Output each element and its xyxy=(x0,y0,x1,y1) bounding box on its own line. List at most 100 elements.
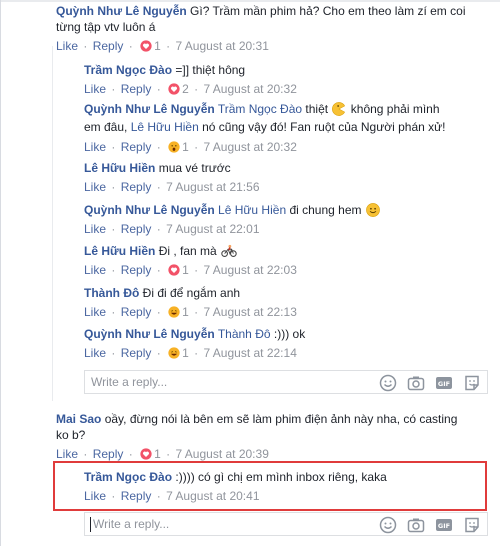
love-reaction-icon[interactable] xyxy=(168,264,180,276)
comment-actions: Like · Reply · 7 August at 20:41 xyxy=(1,488,500,504)
like-button[interactable]: Like xyxy=(56,447,78,461)
sticker-icon[interactable] xyxy=(463,516,481,534)
reaction-count[interactable]: 1 xyxy=(182,263,189,277)
camera-icon[interactable] xyxy=(407,516,425,534)
separator: · xyxy=(194,346,199,360)
smiley-icon[interactable] xyxy=(379,374,397,392)
love-reaction-icon[interactable] xyxy=(168,83,180,95)
like-button[interactable]: Like xyxy=(84,140,106,154)
like-button[interactable]: Like xyxy=(56,39,78,53)
reply-button[interactable]: Reply xyxy=(121,263,152,277)
smiley-icon[interactable] xyxy=(379,516,397,534)
gif-icon[interactable] xyxy=(435,516,453,534)
gif-icon[interactable] xyxy=(435,374,453,392)
comment-author[interactable]: Trầm Ngọc Đào xyxy=(84,470,172,484)
reaction-count[interactable]: 1 xyxy=(154,447,161,461)
separator: · xyxy=(83,39,88,53)
comment-author[interactable]: Lê Hữu Hiền xyxy=(84,244,155,258)
reply-button[interactable]: Reply xyxy=(121,82,152,96)
separator: · xyxy=(111,140,116,154)
tagged-user[interactable]: Lê Hữu Hiền xyxy=(131,120,199,134)
comment-author[interactable]: Mai Sao xyxy=(56,412,101,426)
timestamp[interactable]: 7 August at 20:32 xyxy=(203,140,296,154)
like-button[interactable]: Like xyxy=(84,346,106,360)
comment-text: =]] thiệt hông xyxy=(172,63,246,77)
comment-actions: Like · Reply · 1 · 7 August at 22:03 xyxy=(1,262,500,278)
love-reaction-icon[interactable] xyxy=(140,40,152,52)
comment-author[interactable]: Quỳnh Như Lê Nguyễn xyxy=(84,327,215,341)
comment-text: Đi , fan mà xyxy=(155,244,221,258)
timestamp[interactable]: 7 August at 20:39 xyxy=(175,447,268,461)
timestamp[interactable]: 7 August at 22:03 xyxy=(203,263,296,277)
like-button[interactable]: Like xyxy=(84,305,106,319)
reaction-count[interactable]: 1 xyxy=(182,346,189,360)
reply-button[interactable]: Reply xyxy=(121,489,152,503)
comment-text-cont: từng tập vtv luôn á xyxy=(56,20,156,34)
comment-author[interactable]: Quỳnh Như Lê Nguyễn xyxy=(84,102,215,116)
reply-input[interactable]: Write a reply... xyxy=(84,370,488,394)
camera-icon[interactable] xyxy=(407,374,425,392)
comment-author[interactable]: Lê Hữu Hiền xyxy=(84,161,155,175)
comment-actions: Like · Reply · 1 · 7 August at 20:31 xyxy=(1,38,500,54)
timestamp[interactable]: 7 August at 22:01 xyxy=(166,222,259,236)
separator: · xyxy=(111,263,116,277)
reply-button[interactable]: Reply xyxy=(121,140,152,154)
comment-actions: Like · Reply · 7 August at 21:56 xyxy=(1,179,500,195)
separator: · xyxy=(111,305,116,319)
tagged-user[interactable]: Lê Hữu Hiền xyxy=(218,203,286,217)
comment-8: Mai Sao oầy, đừng nói là bên em sẽ làm p… xyxy=(1,411,500,462)
timestamp[interactable]: 7 August at 20:31 xyxy=(175,39,268,53)
reaction-count[interactable]: 1 xyxy=(182,140,189,154)
like-button[interactable]: Like xyxy=(84,82,106,96)
like-button[interactable]: Like xyxy=(84,180,106,194)
reaction-count[interactable]: 2 xyxy=(182,82,189,96)
separator: · xyxy=(156,180,161,194)
reaction-count[interactable]: 1 xyxy=(154,39,161,53)
bicycle-emoji-icon xyxy=(221,244,237,258)
comment-body: Quỳnh Như Lê Nguyễn Lê Hữu Hiền đi chung… xyxy=(1,202,500,218)
separator: · xyxy=(156,222,161,236)
timestamp[interactable]: 7 August at 22:14 xyxy=(203,346,296,360)
comment-text: em đâu, xyxy=(84,120,131,134)
timestamp[interactable]: 7 August at 21:56 xyxy=(166,180,259,194)
love-reaction-icon[interactable] xyxy=(140,448,152,460)
like-button[interactable]: Like xyxy=(84,263,106,277)
timestamp[interactable]: 7 August at 22:13 xyxy=(203,305,296,319)
wow-reaction-icon[interactable] xyxy=(168,141,180,153)
comment-body: Lê Hữu Hiền mua vé trước xyxy=(1,160,500,176)
comment-author[interactable]: Quỳnh Như Lê Nguyễn xyxy=(84,203,215,217)
reply-input-focused[interactable]: Write a reply... xyxy=(84,512,488,536)
separator: · xyxy=(156,140,161,154)
separator: · xyxy=(156,346,161,360)
reply-button[interactable]: Reply xyxy=(121,180,152,194)
haha-reaction-icon[interactable] xyxy=(168,347,180,359)
haha-reaction-icon[interactable] xyxy=(168,306,180,318)
like-button[interactable]: Like xyxy=(84,222,106,236)
separator: · xyxy=(83,447,88,461)
reply-button[interactable]: Reply xyxy=(121,222,152,236)
reply-3: Lê Hữu Hiền mua vé trước Like · Reply · … xyxy=(1,160,500,195)
comment-author[interactable]: Trầm Ngọc Đào xyxy=(84,63,172,77)
comment-author[interactable]: Quỳnh Như Lê Nguyễn xyxy=(56,4,187,18)
comment-text: Gì? Trầm mần phim hả? Cho em theo làm zí… xyxy=(186,4,466,18)
reply-button[interactable]: Reply xyxy=(93,39,124,53)
comment-actions: Like · Reply · 2 · 7 August at 20:32 xyxy=(1,81,500,97)
timestamp[interactable]: 7 August at 20:41 xyxy=(166,489,259,503)
sticker-icon[interactable] xyxy=(463,374,481,392)
comment-author[interactable]: Thành Đô xyxy=(84,286,139,300)
comment-text-cont: em đâu, Lê Hữu Hiền nó cũng vậy đó! Fan … xyxy=(1,119,500,135)
reply-1: Trầm Ngọc Đào =]] thiệt hông Like · Repl… xyxy=(1,62,500,97)
separator: · xyxy=(166,39,171,53)
like-button[interactable]: Like xyxy=(84,489,106,503)
tagged-user[interactable]: Trầm Ngọc Đào xyxy=(218,102,302,116)
reaction-count[interactable]: 1 xyxy=(182,305,189,319)
timestamp[interactable]: 7 August at 20:32 xyxy=(203,82,296,96)
separator: · xyxy=(111,489,116,503)
separator: · xyxy=(156,82,161,96)
reply-button[interactable]: Reply xyxy=(121,305,152,319)
reply-button[interactable]: Reply xyxy=(93,447,124,461)
divider xyxy=(1,0,500,2)
tagged-user[interactable]: Thành Đô xyxy=(218,327,271,341)
separator: · xyxy=(111,180,116,194)
reply-button[interactable]: Reply xyxy=(121,346,152,360)
